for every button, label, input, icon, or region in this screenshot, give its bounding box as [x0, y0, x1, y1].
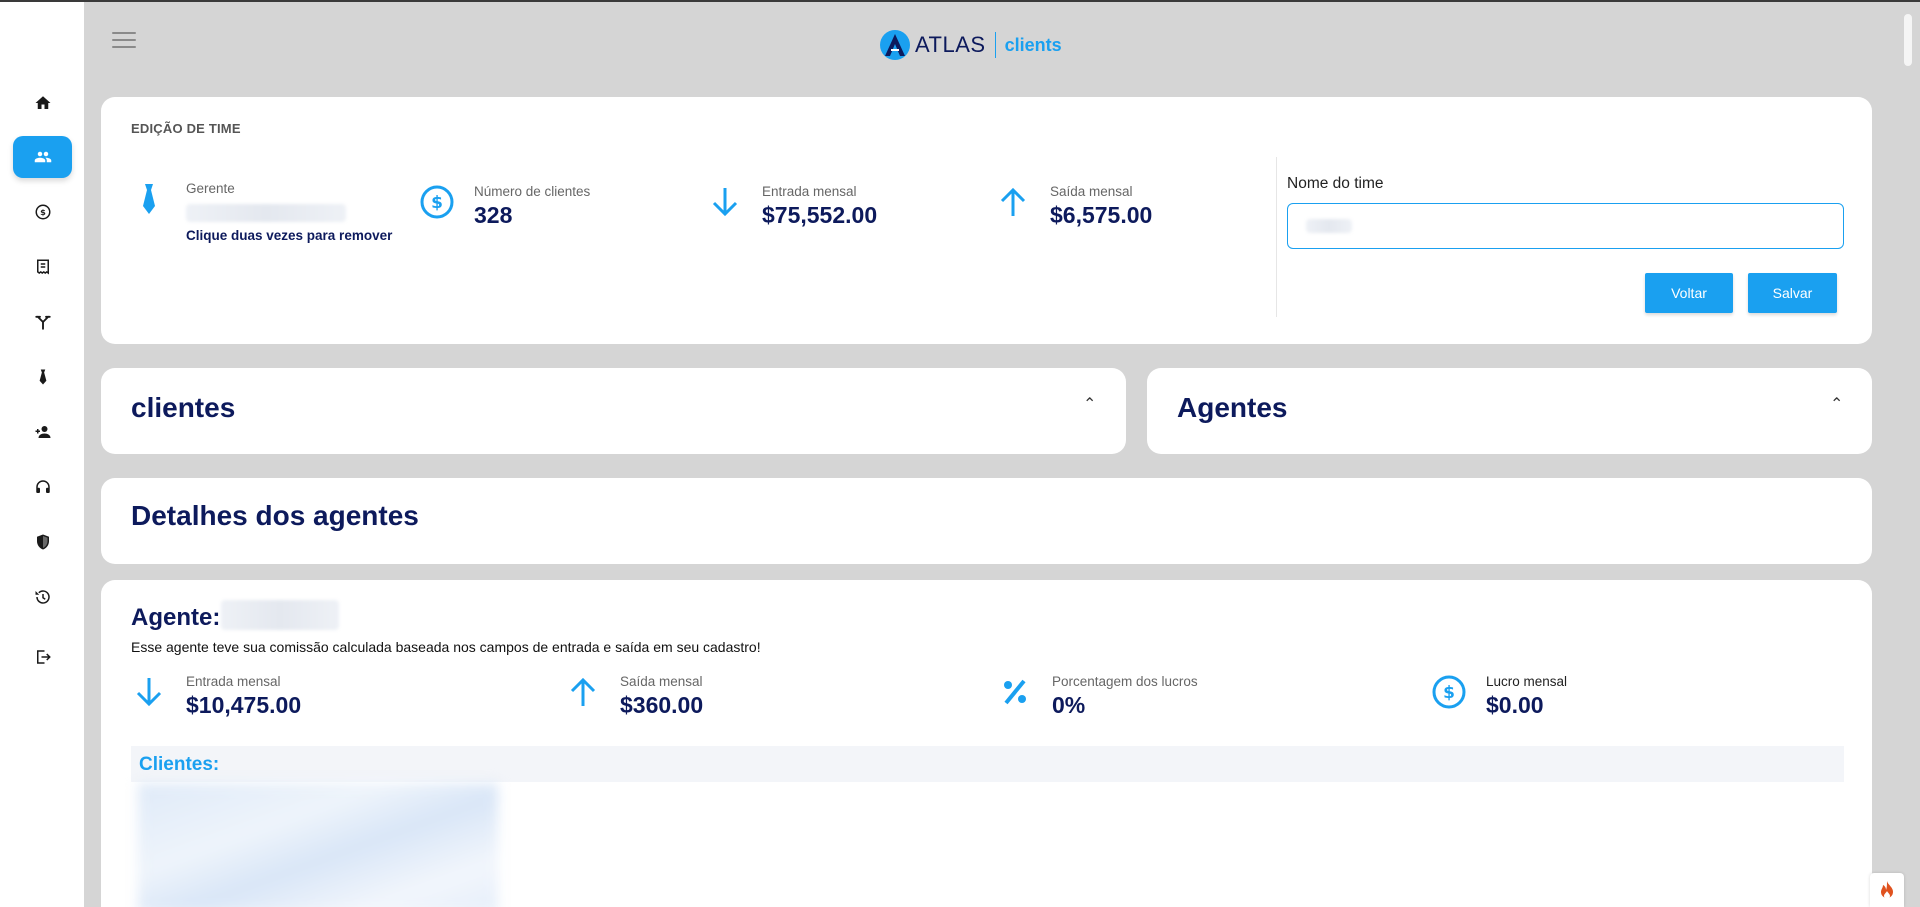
arrow-up-icon [570, 677, 596, 706]
stat-value: $6,575.00 [1050, 202, 1153, 228]
arrow-down-icon [136, 678, 162, 707]
scrollbar-thumb[interactable] [1904, 14, 1912, 66]
sidebar-item-billing[interactable] [13, 246, 72, 288]
stat-label: Porcentagem dos lucros [1052, 674, 1198, 689]
arrow-down-icon [712, 188, 738, 217]
team-edit-card: EDIÇÃO DE TIME Gerente Clique duas vezes… [101, 97, 1872, 344]
save-button[interactable]: Salvar [1748, 273, 1837, 313]
agent-name-redacted [221, 600, 339, 630]
stat-label: Lucro mensal [1486, 674, 1568, 689]
percent-icon [1004, 679, 1026, 705]
headset-icon [35, 480, 50, 493]
sidebar-item-logout[interactable] [13, 636, 72, 678]
team-name-value-redacted [1306, 219, 1352, 233]
sidebar-item-support[interactable] [13, 466, 72, 508]
stat-value: $360.00 [620, 692, 704, 718]
stat-value: 328 [474, 202, 513, 228]
manager-label: Gerente [186, 181, 235, 196]
logo-divider [994, 32, 996, 58]
logout-icon [36, 650, 51, 664]
home-icon [35, 96, 50, 109]
agent-commission-note: Esse agente teve sua comissão calculada … [131, 639, 761, 655]
dollar-coin-icon: $ [35, 204, 50, 220]
stat-label: Saída mensal [620, 674, 703, 689]
logo-atlas-text: ATLAS [915, 32, 986, 57]
stat-value: $0.00 [1486, 692, 1544, 718]
fire-widget-button[interactable] [1870, 873, 1904, 907]
sidebar-item-history[interactable] [13, 576, 72, 618]
sidebar-item-routing[interactable] [13, 301, 72, 343]
chevron-up-icon[interactable]: ⌃ [1083, 394, 1096, 414]
person-add-icon [35, 426, 50, 438]
chevron-up-icon[interactable]: ⌃ [1830, 394, 1843, 414]
history-icon [35, 590, 50, 604]
sidebar: $ [0, 2, 84, 907]
stat-value: $10,475.00 [186, 692, 302, 718]
tie-icon [39, 369, 46, 385]
stat-label: Saída mensal [1050, 184, 1133, 199]
agents-panel[interactable]: Agentes ⌃ [1147, 368, 1872, 454]
dollar-circle-icon: $ [1432, 675, 1466, 709]
svg-text:$: $ [1443, 683, 1455, 703]
back-button[interactable]: Voltar [1645, 273, 1733, 313]
receipt-icon [36, 259, 49, 275]
shield-icon [36, 534, 49, 550]
sidebar-item-security[interactable] [13, 521, 72, 563]
merge-icon [34, 315, 51, 330]
agent-clients-label: Clientes: [139, 754, 220, 775]
manager-remove-hint[interactable]: Clique duas vezes para remover [186, 228, 392, 243]
stat-value: $75,552.00 [762, 202, 878, 228]
agent-title: Agente: [131, 604, 221, 631]
team-name-input[interactable] [1287, 203, 1844, 249]
arrow-up-icon [1000, 187, 1026, 216]
stat-label: Entrada mensal [762, 184, 857, 199]
svg-text:$: $ [431, 193, 443, 213]
agents-panel-title: Agentes [1177, 392, 1288, 423]
dollar-circle-icon: $ [420, 185, 454, 219]
team-edit-heading: EDIÇÃO DE TIME [131, 121, 241, 136]
agent-clients-header: Clientes: [131, 746, 1844, 782]
sidebar-item-finance[interactable]: $ [13, 191, 72, 233]
sidebar-item-add-user[interactable] [13, 411, 72, 453]
svg-text:$: $ [40, 207, 46, 217]
sidebar-item-managers[interactable] [13, 356, 72, 398]
logo-clients-text: clients [1004, 34, 1062, 55]
clients-panel[interactable]: clientes ⌃ [101, 368, 1126, 454]
clients-panel-title: clientes [131, 392, 236, 423]
flame-icon [1881, 881, 1893, 899]
agent-details-header: Detalhes dos agentes [101, 478, 1872, 564]
menu-toggle-icon[interactable] [112, 32, 136, 52]
stat-label: Entrada mensal [186, 674, 281, 689]
team-name-label: Nome do time [1287, 175, 1384, 192]
stat-value: 0% [1052, 692, 1086, 718]
manager-name-redacted [186, 204, 346, 222]
tie-icon [143, 184, 155, 214]
sidebar-item-teams[interactable] [13, 136, 72, 178]
agent-details-title: Detalhes dos agentes [131, 500, 419, 531]
team-edit-divider [1276, 157, 1277, 317]
agent-card: Agente: Esse agente teve sua comissão ca… [101, 580, 1872, 907]
atlas-logo-mark-icon [880, 30, 910, 60]
agent-clients-list-redacted [138, 783, 498, 907]
stat-label: Número de clientes [474, 184, 591, 199]
atlas-logo: ATLAS clients [879, 28, 1062, 62]
sidebar-item-home[interactable] [13, 82, 72, 124]
group-icon [34, 151, 51, 163]
main-area: ATLAS clients EDIÇÃO DE TIME Gerente Cli… [84, 2, 1920, 907]
